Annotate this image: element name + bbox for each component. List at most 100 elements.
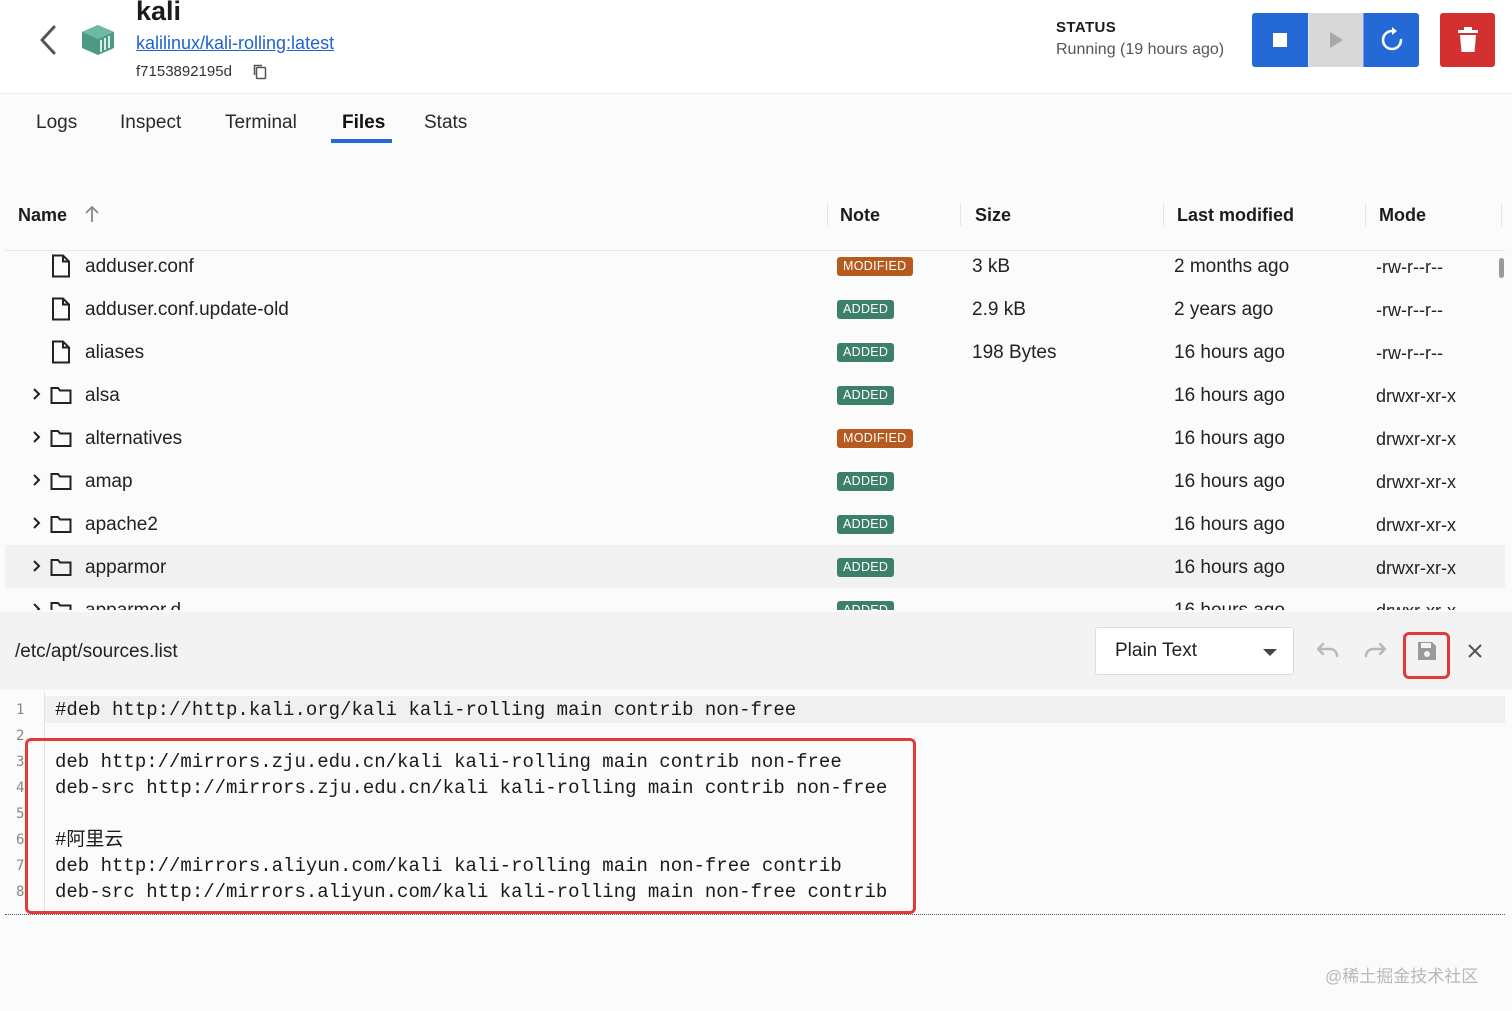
code-annotation-box (25, 738, 916, 914)
chevron-right-icon[interactable] (31, 515, 43, 531)
line-number: 4 (16, 780, 25, 796)
table-row[interactable]: aliases ADDED 198 Bytes 16 hours ago -rw… (5, 330, 1505, 373)
watermark: @稀土掘金技术社区 (1325, 967, 1479, 986)
status-badge: ADDED (837, 601, 895, 610)
status-badge: ADDED (837, 343, 895, 362)
copy-icon[interactable] (252, 63, 268, 80)
table-row[interactable]: alsa ADDED 16 hours ago drwxr-xr-x (5, 373, 1505, 416)
table-row[interactable]: alternatives MODIFIED 16 hours ago drwxr… (5, 416, 1505, 459)
status-badge: MODIFIED (837, 257, 913, 276)
chevron-right-icon[interactable] (31, 601, 43, 610)
tab-logs[interactable]: Logs (36, 111, 77, 135)
file-icon (52, 297, 70, 321)
file-icon (52, 254, 70, 278)
table-scrollbar[interactable] (1499, 258, 1504, 278)
chevron-right-icon[interactable] (31, 429, 43, 445)
column-mode[interactable]: Mode (1379, 204, 1426, 226)
table-row[interactable]: apparmor ADDED 16 hours ago drwxr-xr-x (5, 545, 1505, 588)
file-mode: -rw-r--r-- (1376, 257, 1443, 277)
close-editor-button[interactable] (1457, 633, 1493, 669)
container-actions (1252, 13, 1419, 67)
status-label: STATUS (1056, 19, 1117, 36)
file-size: 3 kB (972, 256, 1011, 277)
file-size: 198 Bytes (972, 342, 1057, 363)
file-modified: 16 hours ago (1174, 471, 1285, 492)
folder-icon (50, 602, 72, 610)
chevron-right-icon[interactable] (31, 386, 43, 402)
column-last-modified[interactable]: Last modified (1177, 204, 1294, 226)
file-modified: 16 hours ago (1174, 428, 1285, 449)
tab-stats[interactable]: Stats (424, 111, 467, 135)
image-link[interactable]: kalilinux/kali-rolling:latest (136, 31, 334, 55)
table-row[interactable]: adduser.conf.update-old ADDED 2.9 kB 2 y… (5, 287, 1505, 330)
status-badge: MODIFIED (837, 429, 913, 448)
restart-icon (1381, 27, 1402, 51)
column-size[interactable]: Size (975, 204, 1011, 226)
line-number: 6 (16, 832, 25, 848)
file-name: adduser.conf.update-old (85, 299, 289, 320)
chevron-right-icon[interactable] (31, 472, 43, 488)
column-separator (1365, 204, 1366, 226)
container-icon (80, 24, 116, 56)
file-modified: 16 hours ago (1174, 557, 1285, 578)
table-row[interactable]: amap ADDED 16 hours ago drwxr-xr-x (5, 459, 1505, 502)
folder-icon (50, 473, 72, 490)
table-row[interactable]: adduser.conf MODIFIED 3 kB 2 months ago … (5, 251, 1505, 287)
container-header: kali kalilinux/kali-rolling:latest f7153… (0, 0, 1512, 94)
folder-name: alsa (85, 385, 120, 406)
back-button[interactable] (36, 24, 62, 56)
chevron-right-icon[interactable] (31, 558, 43, 574)
file-mode: drwxr-xr-x (1376, 472, 1456, 492)
active-tab-indicator (331, 139, 392, 143)
line-number: 2 (16, 728, 25, 744)
chevron-left-icon (40, 25, 56, 55)
editor-toolbar: /etc/apt/sources.list Plain Text (0, 612, 1512, 690)
arrow-up-icon[interactable] (84, 205, 100, 223)
file-path: /etc/apt/sources.list (15, 641, 178, 662)
restart-button[interactable] (1363, 13, 1419, 67)
code-line[interactable]: #deb http://http.kali.org/kali kali-roll… (55, 697, 796, 723)
start-button[interactable] (1308, 13, 1363, 67)
language-label: Plain Text (1115, 640, 1198, 661)
folder-name: apparmor (85, 557, 167, 578)
tab-files[interactable]: Files (342, 111, 385, 135)
tab-bar: Logs Inspect Terminal Files Stats (0, 95, 1512, 155)
tab-terminal[interactable]: Terminal (225, 111, 297, 135)
line-number: 8 (16, 884, 25, 900)
table-row[interactable]: apache2 ADDED 16 hours ago drwxr-xr-x (5, 502, 1505, 545)
language-select[interactable]: Plain Text (1095, 627, 1294, 675)
caret-down-icon (1263, 649, 1277, 656)
column-separator (1163, 204, 1164, 226)
file-mode: drwxr-xr-x (1376, 386, 1456, 406)
undo-button[interactable] (1308, 633, 1344, 669)
column-name[interactable]: Name (18, 204, 67, 226)
line-number: 3 (16, 754, 25, 770)
file-modified: 2 months ago (1174, 256, 1290, 277)
stop-button[interactable] (1252, 13, 1308, 67)
files-table-header: Name Note Size Last modified Mode (5, 190, 1505, 251)
redo-button[interactable] (1359, 633, 1395, 669)
tab-inspect[interactable]: Inspect (120, 111, 181, 135)
column-note[interactable]: Note (840, 204, 880, 226)
delete-button[interactable] (1440, 13, 1495, 67)
play-icon (1330, 32, 1343, 48)
file-mode: -rw-r--r-- (1376, 300, 1443, 320)
redo-icon (1364, 642, 1387, 658)
file-name: adduser.conf (85, 256, 194, 277)
save-annotation-box (1403, 632, 1450, 679)
file-mode: -rw-r--r-- (1376, 343, 1443, 363)
status-text: Running (19 hours ago) (1056, 41, 1225, 58)
container-id: f7153892195d (136, 63, 232, 80)
undo-icon (1316, 642, 1339, 658)
status-badge: ADDED (837, 558, 895, 577)
folder-icon (50, 516, 72, 533)
close-icon (1468, 644, 1482, 658)
status-badge: ADDED (837, 386, 895, 405)
folder-icon (50, 559, 72, 576)
folder-icon (50, 430, 72, 447)
folder-name: amap (85, 471, 133, 492)
file-mode: drwxr-xr-x (1376, 429, 1456, 449)
file-modified: 16 hours ago (1174, 385, 1285, 406)
table-row[interactable]: apparmor.d ADDED 16 hours ago drwxr-xr-x (5, 588, 1505, 610)
folder-icon (50, 387, 72, 404)
